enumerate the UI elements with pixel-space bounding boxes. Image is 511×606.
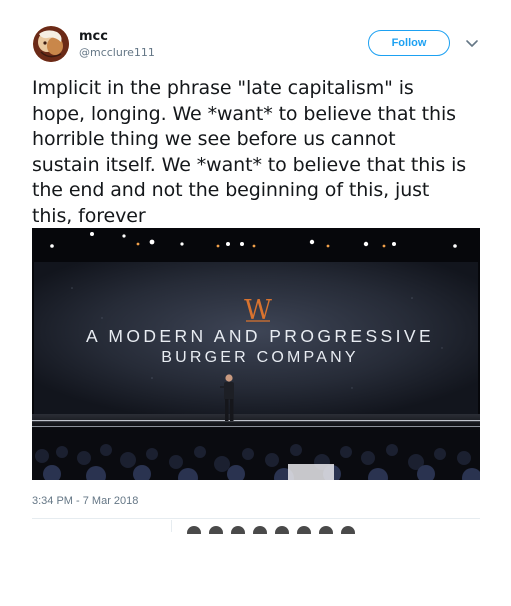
chevron-down-icon[interactable] [465,38,479,50]
tweet-text-line: horrible thing we see before us cannot [32,128,396,150]
tweet-text-line: this, forever [32,204,146,227]
stage-photo: W A MODERN AND PROGRESSIVE BURGER COMPAN… [32,228,480,480]
slide-headline-1: A MODERN AND PROGRESSIVE [86,326,434,346]
tweet-text-line: hope, longing. We *want* to believe that… [32,102,456,125]
divider [171,520,172,532]
avatar[interactable] [275,526,289,534]
avatar[interactable] [253,526,267,534]
tweet-text-line: the end and not the beginning of this, j… [32,179,430,201]
slide-headline-2: BURGER COMPANY [161,349,358,366]
avatar[interactable] [33,26,69,62]
avatar-image [33,26,69,62]
display-name[interactable]: mcc [79,29,108,45]
tweet-card: mcc @mcclure111 Follow Implicit in the p… [0,0,511,606]
tweet-text: Implicit in the phrase "late capitalism"… [32,76,502,229]
tweet-text-line: Implicit in the phrase "late capitalism"… [32,77,414,99]
screen-name[interactable]: @mcclure111 [79,46,155,60]
avatar[interactable] [341,526,355,534]
avatar[interactable] [231,526,245,534]
divider [32,518,480,519]
liker-avatars[interactable] [185,524,385,534]
avatar[interactable] [319,526,333,534]
avatar[interactable] [209,526,223,534]
follow-button[interactable]: Follow [368,30,450,56]
tweet-photo[interactable]: W A MODERN AND PROGRESSIVE BURGER COMPAN… [32,228,480,480]
tweet-text-line: sustain itself. We *want* to believe tha… [32,153,467,176]
avatar[interactable] [187,526,201,534]
avatar[interactable] [297,526,311,534]
timestamp[interactable]: 3:34 PM - 7 Mar 2018 [32,494,138,508]
